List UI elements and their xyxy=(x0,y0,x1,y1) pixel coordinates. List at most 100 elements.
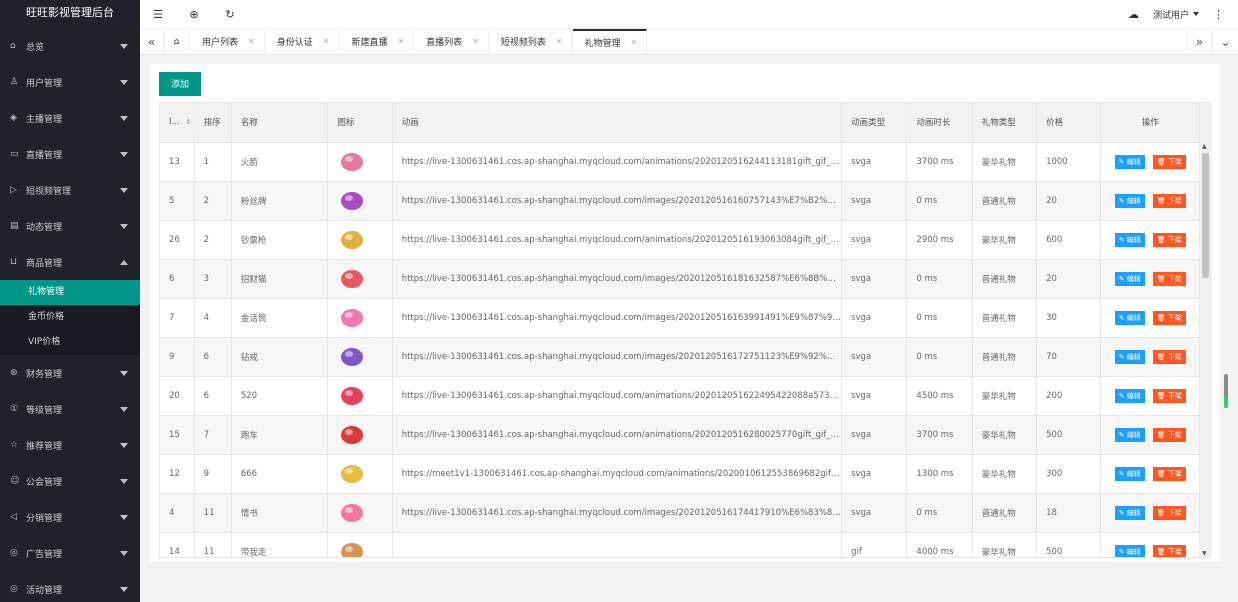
cell-anim: https://live-1300631461.cos.ap-shanghai.… xyxy=(392,220,843,260)
user-menu[interactable]: 测试用户 xyxy=(1153,8,1199,21)
scroll-up-icon[interactable]: ▲ xyxy=(1202,143,1207,150)
chevron-down-icon xyxy=(120,406,128,412)
edit-label: 编辑 xyxy=(1126,196,1141,205)
edit-button[interactable]: ✎ 编辑 xyxy=(1114,271,1145,286)
sort-icon[interactable]: ⇕ xyxy=(186,118,192,126)
tab-item[interactable]: 直播列表 ✕ xyxy=(414,29,489,54)
close-icon[interactable]: ✕ xyxy=(397,37,404,46)
take-down-button[interactable]: 🗑 下架 xyxy=(1152,388,1186,403)
sidebar-item-label: 等级管理 xyxy=(26,405,63,416)
sidebar-item[interactable]: ▭ 直播管理 xyxy=(0,136,140,172)
cell-name: 666 xyxy=(231,454,329,494)
sidebar-item[interactable]: ♙ 用户管理 xyxy=(0,64,140,100)
tab-label: 用户列表 xyxy=(202,38,239,48)
take-down-button[interactable]: 🗑 下架 xyxy=(1152,271,1186,286)
theme-icon[interactable]: ☁ xyxy=(1128,8,1139,21)
sidebar-subitem[interactable]: 金币价格 xyxy=(0,305,140,330)
take-down-label: 下架 xyxy=(1167,469,1182,478)
home-tab-icon[interactable]: ⌂ xyxy=(164,29,190,54)
scrollbar-thumb[interactable] xyxy=(1202,153,1209,278)
column-header: 礼物类型 xyxy=(972,103,1038,143)
sidebar-item[interactable]: ⌂ 总览 xyxy=(0,28,140,64)
cell-price: 70 xyxy=(1036,337,1102,377)
edit-button[interactable]: ✎ 编辑 xyxy=(1114,310,1145,325)
column-header: 排序 xyxy=(194,103,232,143)
scroll-down-icon[interactable]: ▼ xyxy=(1202,550,1207,557)
edit-button[interactable]: ✎ 编辑 xyxy=(1114,466,1145,481)
cell-sort: 7 xyxy=(194,415,232,455)
take-down-button[interactable]: 🗑 下架 xyxy=(1152,310,1186,325)
tab-item[interactable]: 身份认证 ✕ xyxy=(265,29,340,54)
menu-toggle-icon[interactable]: ☰ xyxy=(140,8,176,21)
close-icon[interactable]: ✕ xyxy=(631,38,638,47)
tabs-menu-chevron-icon[interactable]: ⌄ xyxy=(1212,29,1238,54)
tab-item[interactable]: 用户列表 ✕ xyxy=(190,29,265,54)
sidebar-subitem[interactable]: 礼物管理 xyxy=(0,280,140,305)
sidebar-item[interactable]: ⊛ 财务管理 xyxy=(0,355,140,391)
sidebar-item[interactable]: ☺ 公会管理 xyxy=(0,463,140,499)
trash-icon: 🗑 xyxy=(1156,508,1168,517)
more-icon[interactable]: ⋮ xyxy=(1213,8,1224,21)
take-down-button[interactable]: 🗑 下架 xyxy=(1152,193,1186,208)
sidebar-item[interactable]: ◎ 活动管理 xyxy=(0,571,140,602)
cell-gtype: 普通礼物 xyxy=(972,259,1038,299)
sidebar-subitem[interactable]: VIP价格 xyxy=(0,330,140,355)
close-icon[interactable]: ✕ xyxy=(323,37,330,46)
take-down-button[interactable]: 🗑 下架 xyxy=(1152,466,1186,481)
sidebar-item[interactable]: ◈ 主播管理 xyxy=(0,100,140,136)
sidebar: 旺旺影视管理后台 ⌂ 总览 ♙ 用户管理 ◈ 主播管理 ▭ 直播管理 ▷ 短视频管理 ▤ 动态管理 ⊔ 商… xyxy=(0,0,140,602)
edit-button[interactable]: ✎ 编辑 xyxy=(1114,193,1145,208)
sidebar-item[interactable]: ① 等级管理 xyxy=(0,391,140,427)
take-down-button[interactable]: 🗑 下架 xyxy=(1152,232,1186,247)
close-icon[interactable]: ✕ xyxy=(556,37,563,46)
sidebar-item[interactable]: ◁ 分销管理 xyxy=(0,499,140,535)
edit-icon: ✎ xyxy=(1118,313,1127,322)
sidebar-item-label: 直播管理 xyxy=(26,150,63,161)
cell-gtype: 豪华礼物 xyxy=(972,532,1038,557)
sidebar-item-label: 动态管理 xyxy=(26,222,63,233)
sidebar-item[interactable]: ◎ 广告管理 xyxy=(0,535,140,571)
table-scrollbar[interactable]: ▲ ▼ xyxy=(1199,103,1210,557)
cell-dur: 2900 ms xyxy=(906,220,973,260)
edit-button[interactable]: ✎ 编辑 xyxy=(1114,154,1145,169)
close-icon[interactable]: ✕ xyxy=(472,37,479,46)
close-icon[interactable]: ✕ xyxy=(248,37,255,46)
add-button[interactable]: 添加 xyxy=(159,72,201,96)
cell-type: svga xyxy=(841,181,908,221)
take-down-label: 下架 xyxy=(1167,547,1182,556)
cell-sort: 1 xyxy=(194,142,232,182)
rocket-gift-icon xyxy=(337,149,367,175)
tabs-scroll-left-icon[interactable]: « xyxy=(140,29,164,54)
sidebar-item[interactable]: ☆ 推荐管理 xyxy=(0,427,140,463)
sidebar-item-label: 用户管理 xyxy=(26,78,63,89)
edit-button[interactable]: ✎ 编辑 xyxy=(1114,388,1145,403)
edit-button[interactable]: ✎ 编辑 xyxy=(1114,505,1145,520)
edit-button[interactable]: ✎ 编辑 xyxy=(1114,232,1145,247)
trash-icon: 🗑 xyxy=(1156,391,1168,400)
take-down-button[interactable]: 🗑 下架 xyxy=(1152,544,1186,557)
take-down-button[interactable]: 🗑 下架 xyxy=(1152,505,1186,520)
sidebar-item[interactable]: ⊔ 商品管理 xyxy=(0,244,140,280)
tab-item[interactable]: 短视频列表 ✕ xyxy=(489,29,573,54)
tab-item[interactable]: 礼物管理 ✕ xyxy=(572,29,648,54)
take-down-button[interactable]: 🗑 下架 xyxy=(1152,154,1186,169)
tabs-scroll-right-icon[interactable]: » xyxy=(1186,29,1212,54)
user-name: 测试用户 xyxy=(1152,10,1189,21)
cell-id: 20 xyxy=(160,376,195,416)
trash-icon: 🗑 xyxy=(1156,274,1168,283)
cell-sort: 6 xyxy=(194,376,232,416)
tab-item[interactable]: 新建直播 ✕ xyxy=(339,29,415,54)
take-down-button[interactable]: 🗑 下架 xyxy=(1152,349,1186,364)
edit-button[interactable]: ✎ 编辑 xyxy=(1114,427,1145,442)
sidebar-item[interactable]: ▤ 动态管理 xyxy=(0,208,140,244)
sidebar-item[interactable]: ▷ 短视频管理 xyxy=(0,172,140,208)
tab-label: 短视频列表 xyxy=(500,38,546,48)
take-down-button[interactable]: 🗑 下架 xyxy=(1152,427,1186,442)
cell-price: 20 xyxy=(1036,181,1102,221)
cell-id: 5 xyxy=(160,181,195,221)
edit-button[interactable]: ✎ 编辑 xyxy=(1114,349,1145,364)
globe-icon[interactable]: ⊕ xyxy=(176,8,212,21)
edit-button[interactable]: ✎ 编辑 xyxy=(1114,544,1145,557)
chevron-down-icon xyxy=(120,79,128,85)
refresh-icon[interactable]: ↻ xyxy=(212,8,248,21)
